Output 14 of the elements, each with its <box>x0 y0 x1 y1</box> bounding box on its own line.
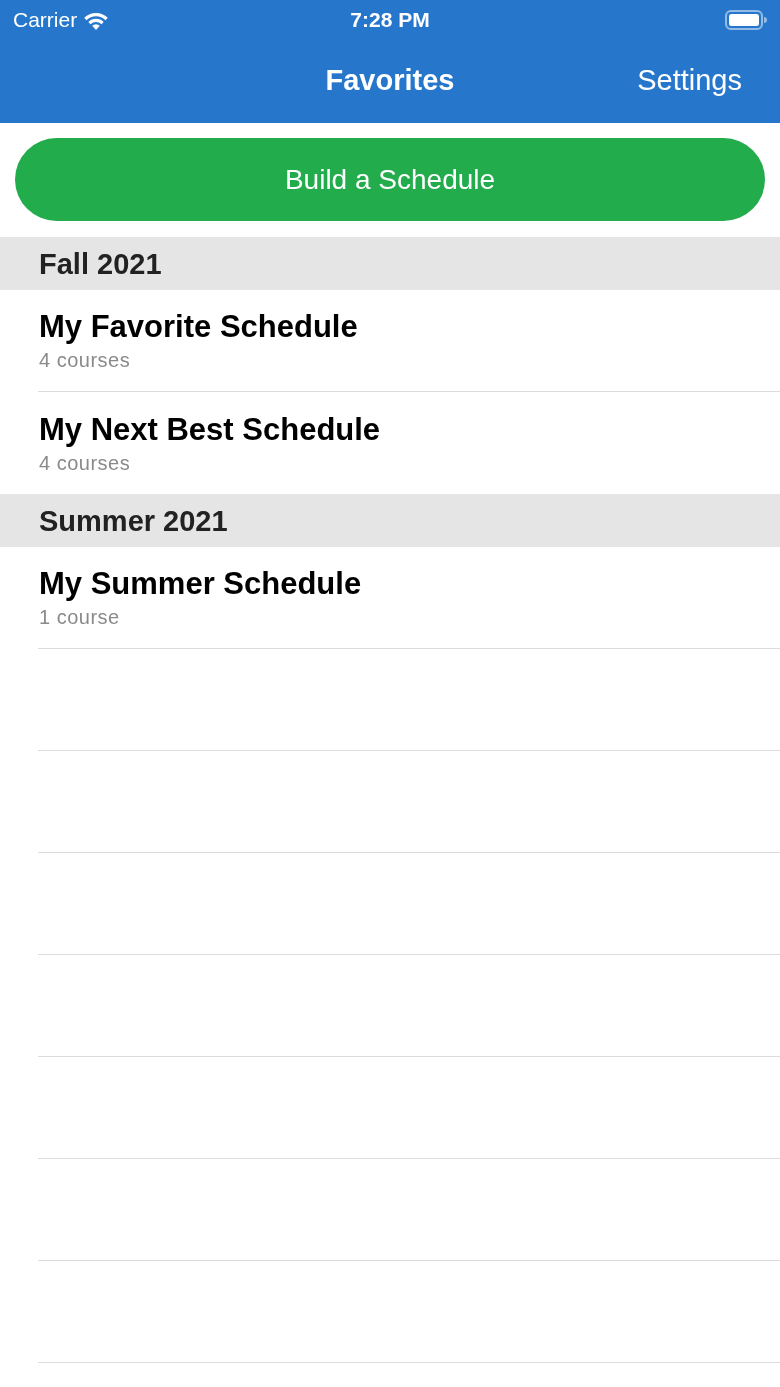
section-title: Summer 2021 <box>39 504 228 538</box>
nav-title: Favorites <box>325 64 455 97</box>
settings-button[interactable]: Settings <box>637 64 742 97</box>
status-time: 7:28 PM <box>350 8 430 32</box>
schedule-title[interactable]: My Next Best Schedule <box>39 411 780 448</box>
schedule-title[interactable]: My Summer Schedule <box>39 566 780 602</box>
wifi-icon <box>83 10 110 30</box>
course-count: 4 courses <box>39 451 132 475</box>
schedule-title[interactable]: My Favorite Schedule <box>39 309 780 345</box>
carrier-label: Carrier <box>13 8 78 32</box>
course-count: 4 courses <box>39 349 132 372</box>
section-title: Fall 2021 <box>39 247 162 281</box>
course-count: 1 course <box>39 606 121 629</box>
battery-icon <box>725 10 767 30</box>
